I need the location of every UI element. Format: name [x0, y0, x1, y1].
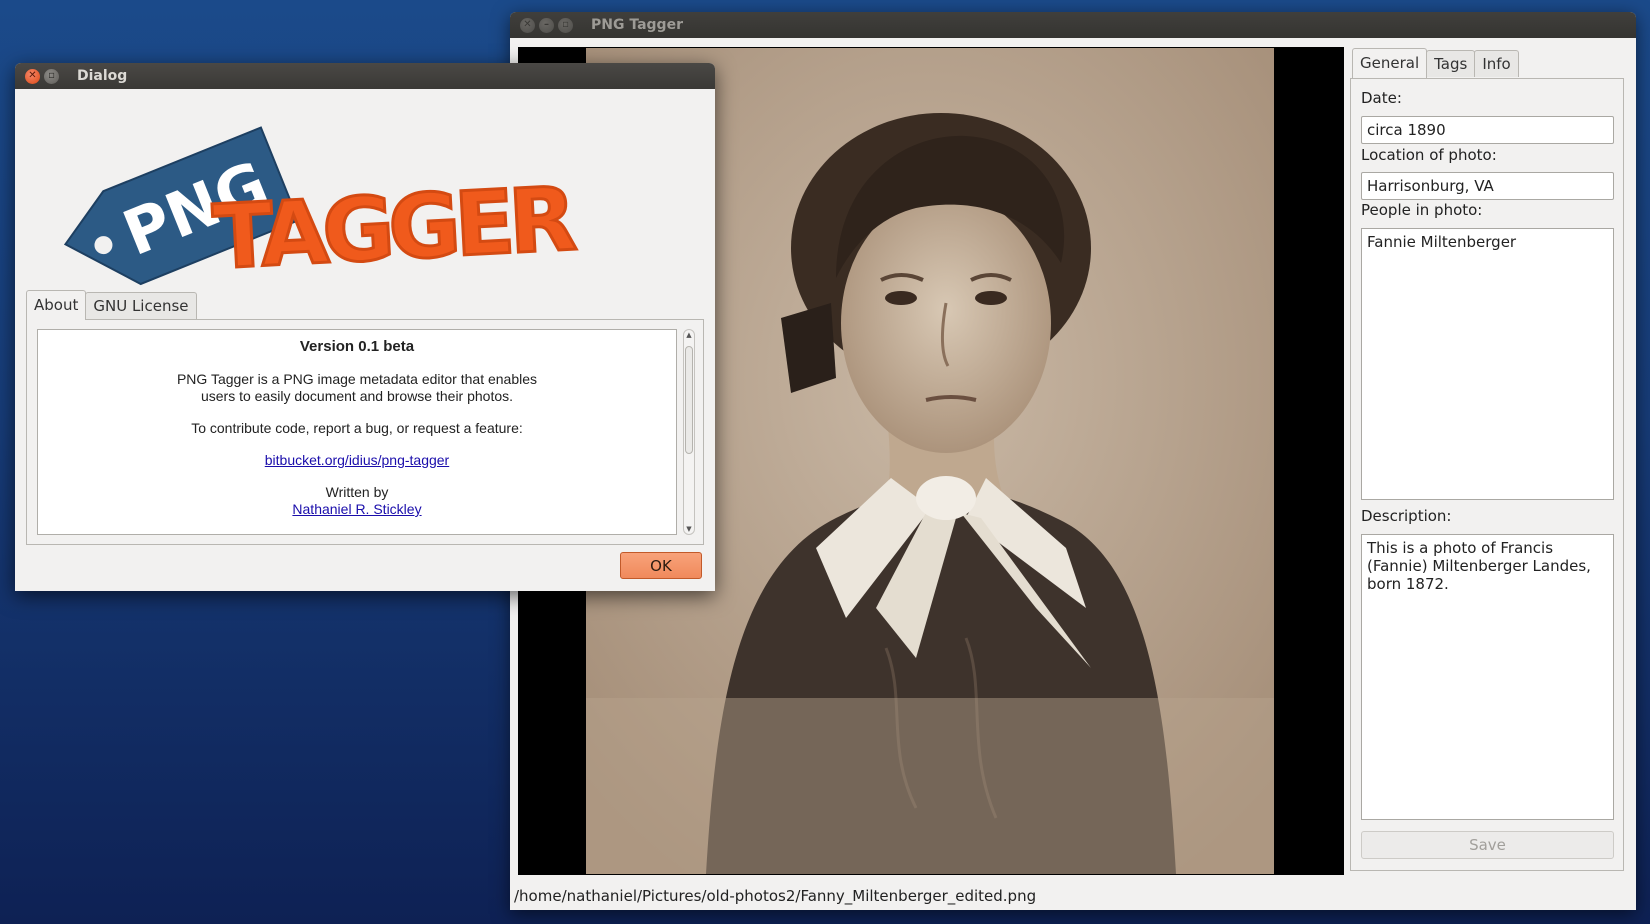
status-bar-path: /home/nathaniel/Pictures/old-photos2/Fan… — [514, 887, 1037, 905]
description-label: Description: — [1361, 507, 1452, 525]
description-textarea[interactable]: This is a photo of Francis (Fannie) Milt… — [1361, 534, 1614, 820]
metadata-panel: General Tags Info Date: Location of phot… — [1350, 48, 1630, 876]
location-input[interactable] — [1361, 172, 1614, 200]
tab-tags[interactable]: Tags — [1426, 50, 1476, 77]
ok-button[interactable]: OK — [620, 552, 702, 579]
close-icon[interactable]: ✕ — [25, 68, 40, 84]
location-label: Location of photo: — [1361, 146, 1497, 164]
save-button[interactable]: Save — [1361, 831, 1614, 859]
dialog-titlebar[interactable]: ✕ ▫ Dialog — [15, 63, 715, 89]
author-link[interactable]: Nathaniel R. Stickley — [292, 501, 421, 517]
date-label: Date: — [1361, 89, 1402, 107]
close-icon[interactable]: ✕ — [520, 17, 535, 33]
about-scrollbar[interactable]: ▲ ▼ — [683, 329, 695, 535]
scroll-down-icon[interactable]: ▼ — [684, 525, 694, 533]
date-input[interactable] — [1361, 116, 1614, 144]
logo-script-text: TAGGER — [211, 167, 578, 289]
dialog-tabs: About GNU License — [26, 290, 197, 320]
written-by-text: Written by — [325, 484, 389, 500]
description-line-2: users to easily document and browse thei… — [200, 388, 514, 404]
tab-about[interactable]: About — [26, 290, 87, 320]
dialog-title: Dialog — [77, 68, 128, 84]
repo-link[interactable]: bitbucket.org/idius/png-tagger — [265, 452, 449, 468]
maximize-icon[interactable]: ▫ — [558, 17, 573, 33]
maximize-icon[interactable]: ▫ — [44, 68, 59, 84]
minimize-icon[interactable]: – — [539, 17, 554, 33]
description-line-1: PNG Tagger is a PNG image metadata edito… — [176, 371, 538, 387]
tab-general[interactable]: General — [1352, 48, 1428, 78]
general-tab-body: Date: Location of photo: People in photo… — [1350, 78, 1624, 871]
main-window-title: PNG Tagger — [591, 17, 683, 33]
tab-gnu-license[interactable]: GNU License — [85, 292, 197, 319]
main-titlebar[interactable]: ✕ – ▫ PNG Tagger — [510, 12, 1636, 38]
png-tagger-logo: PNG TAGGER — [63, 126, 579, 290]
about-tab-body: Version 0.1 beta PNG Tagger is a PNG ima… — [26, 319, 704, 545]
contribute-text: To contribute code, report a bug, or req… — [191, 420, 523, 436]
metadata-tabs: General Tags Info — [1352, 48, 1519, 78]
about-dialog: ✕ ▫ Dialog PNG TAGGER About GNU License … — [15, 63, 715, 591]
version-text: Version 0.1 beta — [299, 338, 415, 355]
scroll-up-icon[interactable]: ▲ — [684, 331, 694, 339]
people-label: People in photo: — [1361, 201, 1483, 219]
scroll-thumb[interactable] — [685, 346, 693, 454]
people-textarea[interactable]: Fannie Miltenberger — [1361, 228, 1614, 500]
about-text-area: Version 0.1 beta PNG Tagger is a PNG ima… — [37, 329, 677, 535]
tab-info[interactable]: Info — [1474, 50, 1519, 77]
